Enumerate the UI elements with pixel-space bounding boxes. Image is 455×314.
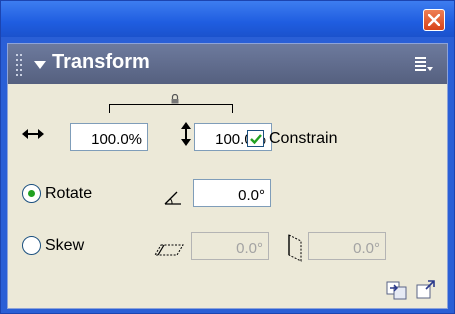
transform-panel: Transform 100.0% 100.0% Constrain Rotate… [7,43,448,309]
panel-options-icon[interactable] [415,56,433,72]
panel-grip-handle[interactable] [16,54,24,76]
scale-height-icon [181,122,191,146]
scale-width-input[interactable] [70,123,148,151]
radio-selected-dot [28,190,35,197]
close-icon [428,14,440,26]
copy-and-apply-transform-icon[interactable] [386,278,408,300]
rotate-label[interactable]: Rotate [45,185,92,203]
window-title-bar[interactable] [1,1,454,37]
rotate-radio[interactable] [22,184,41,203]
constrain-checkbox[interactable] [247,130,264,147]
panel-body: Constrain Rotate Skew [8,84,447,308]
skew-vertical-input[interactable] [308,232,386,260]
constrain-bracket [109,104,233,113]
panel-header[interactable]: Transform [8,44,447,84]
rotate-angle-input[interactable] [193,179,271,207]
panel-title: Transform [52,51,150,73]
reset-transform-icon[interactable] [415,278,437,300]
rotate-angle-icon [164,191,181,205]
skew-vertical-icon [288,234,302,262]
skew-radio[interactable] [22,236,41,255]
skew-label[interactable]: Skew [45,237,84,255]
lock-icon [171,94,179,104]
skew-horizontal-icon [154,244,184,256]
constrain-label[interactable]: Constrain [269,130,337,148]
scale-width-icon [22,129,44,139]
check-icon [250,134,262,145]
collapse-arrow-icon[interactable] [34,61,46,69]
close-button[interactable] [423,9,445,31]
transform-window: Transform 100.0% 100.0% Constrain Rotate… [0,0,455,314]
skew-horizontal-input[interactable] [191,232,269,260]
